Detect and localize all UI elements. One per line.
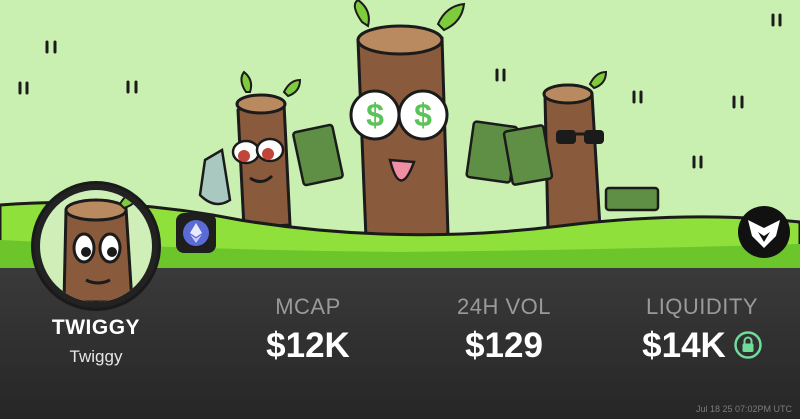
stat-liquidity-row: $14K [602,326,800,366]
stat-liquidity: LIQUIDITY $14K [602,294,800,366]
svg-text:$: $ [414,97,432,133]
token-card: $ $ TWIGGY Twiggy MCAP $12K 24H VOL $129… [0,0,800,419]
token-symbol: TWIGGY [51,316,141,339]
token-name: Twiggy [69,347,123,366]
ethereum-icon [176,213,216,253]
stat-mcap: MCAP $12K [208,294,408,366]
stat-mcap-label: MCAP [275,294,341,319]
stat-liquidity-value: $14K [642,326,726,365]
stat-volume-value: $129 [465,326,543,365]
stat-liquidity-label: LIQUIDITY [645,294,759,319]
lock-icon [734,331,762,359]
token-avatar [34,184,158,308]
stat-volume-label: 24H VOL [457,294,551,319]
stat-volume: 24H VOL $129 [404,294,604,366]
eagle-icon [738,206,790,258]
twig-mascot-icon [62,190,142,302]
timestamp: Jul 18 25 07:02PM UTC [695,404,792,414]
stat-mcap-value: $12K [266,326,350,365]
svg-text:$: $ [366,97,384,133]
